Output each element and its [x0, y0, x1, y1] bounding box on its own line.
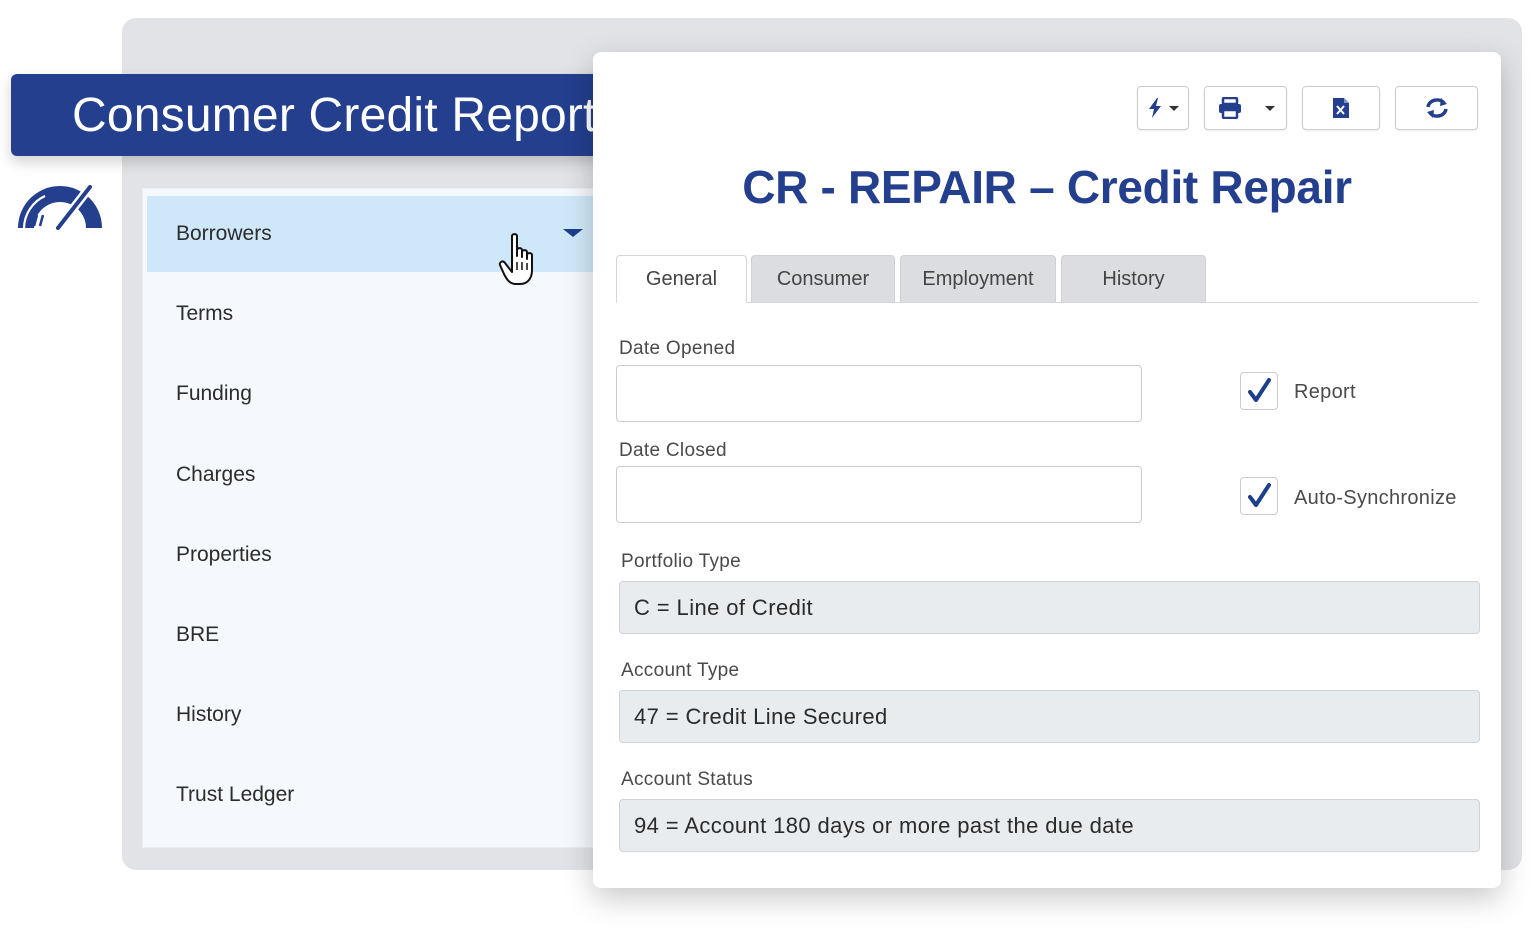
- lightning-bolt-icon: [1149, 98, 1161, 118]
- date-opened-field[interactable]: [616, 365, 1142, 422]
- date-opened-label: Date Opened: [619, 338, 736, 359]
- auto-synchronize-checkbox[interactable]: [1240, 477, 1278, 515]
- account-status-value: 94 = Account 180 days or more past the d…: [634, 812, 1135, 838]
- tab-consumer[interactable]: Consumer: [751, 255, 895, 302]
- account-type-label: Account Type: [621, 660, 740, 681]
- account-type-value: 47 = Credit Line Secured: [634, 703, 888, 729]
- sidebar-item-label: BRE: [176, 623, 220, 646]
- page-title: Consumer Credit Reporting: [72, 88, 662, 142]
- sidebar-item-bre[interactable]: BRE: [147, 597, 613, 673]
- date-closed-label: Date Closed: [619, 440, 727, 461]
- refresh-icon: [1425, 98, 1448, 118]
- printer-icon: [1218, 97, 1241, 119]
- sidebar-item-properties[interactable]: Properties: [147, 517, 613, 593]
- portfolio-type-label: Portfolio Type: [621, 551, 742, 572]
- chevron-down-icon: [1169, 105, 1179, 111]
- chevron-down-icon: [1264, 105, 1275, 111]
- refresh-button[interactable]: [1395, 86, 1478, 130]
- portfolio-type-select[interactable]: C = Line of Credit: [619, 581, 1480, 634]
- sidebar-item-history[interactable]: History: [147, 677, 613, 753]
- chevron-down-icon[interactable]: [563, 229, 583, 237]
- export-excel-button[interactable]: [1302, 86, 1380, 130]
- sidebar-item-label: Charges: [176, 463, 256, 486]
- print-dropdown-button[interactable]: [1204, 86, 1287, 130]
- sidebar-item-label: Terms: [176, 302, 234, 325]
- sidebar-item-label: History: [176, 703, 242, 726]
- sidebar-item-label: Properties: [176, 543, 272, 566]
- report-checkbox[interactable]: [1240, 372, 1278, 410]
- actions-dropdown-button[interactable]: [1137, 86, 1189, 130]
- tab-bar: General Consumer Employment History: [616, 255, 1478, 303]
- tab-general[interactable]: General: [616, 255, 747, 303]
- date-closed-field[interactable]: [616, 466, 1142, 523]
- speedometer-gauge-icon: [18, 184, 102, 232]
- record-panel: CR - REPAIR – Credit Repair General Cons…: [593, 52, 1501, 888]
- account-status-label: Account Status: [621, 769, 753, 790]
- checkmark-icon: [1248, 483, 1271, 507]
- sidebar-item-label: Funding: [176, 382, 252, 405]
- sidebar-item-funding[interactable]: Funding: [147, 356, 613, 432]
- excel-export-icon: [1333, 98, 1349, 118]
- sidebar-item-trust-ledger[interactable]: Trust Ledger: [147, 757, 613, 833]
- hand-pointer-cursor-icon: [498, 233, 533, 285]
- tab-employment[interactable]: Employment: [900, 255, 1056, 302]
- sidebar-item-charges[interactable]: Charges: [147, 437, 613, 513]
- record-title: CR - REPAIR – Credit Repair: [742, 161, 1352, 213]
- account-status-select[interactable]: 94 = Account 180 days or more past the d…: [619, 799, 1480, 852]
- sidebar-item-label: Borrowers: [176, 222, 272, 245]
- tab-history[interactable]: History: [1061, 255, 1206, 302]
- report-label: Report: [1294, 381, 1356, 403]
- checkmark-icon: [1248, 378, 1271, 402]
- portfolio-type-value: C = Line of Credit: [634, 594, 814, 620]
- auto-synchronize-label: Auto-Synchronize: [1294, 487, 1457, 509]
- account-type-select[interactable]: 47 = Credit Line Secured: [619, 690, 1480, 743]
- sidebar-item-label: Trust Ledger: [176, 783, 295, 806]
